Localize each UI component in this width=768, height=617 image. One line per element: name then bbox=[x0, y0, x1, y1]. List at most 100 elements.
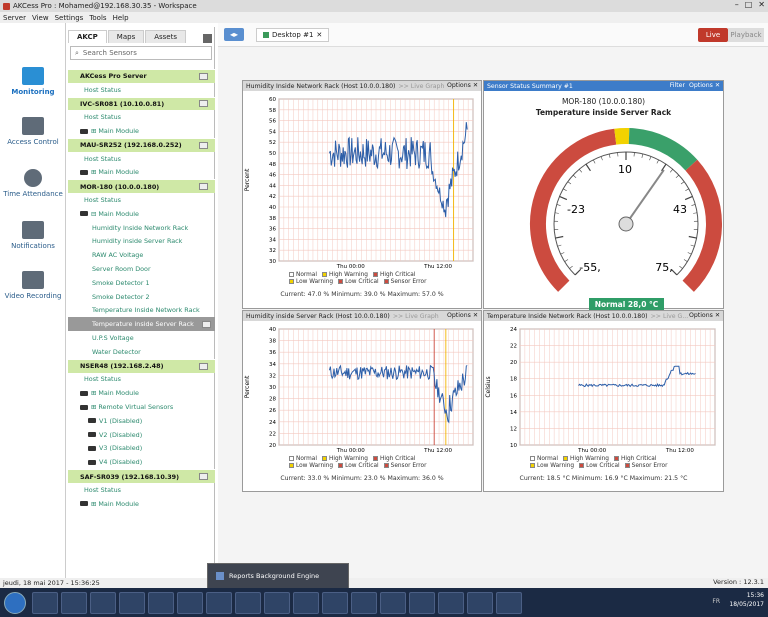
legend-item[interactable]: Sensor Error bbox=[383, 463, 426, 469]
graph-icon[interactable] bbox=[199, 362, 208, 370]
taskbar-app-icon[interactable] bbox=[438, 591, 464, 614]
calculator-icon[interactable] bbox=[177, 591, 203, 614]
tree-item[interactable]: U.P.S Voltage bbox=[68, 331, 215, 345]
explorer-icon[interactable] bbox=[32, 591, 58, 614]
graph-icon[interactable] bbox=[199, 183, 208, 191]
graph-icon[interactable] bbox=[199, 473, 208, 480]
tree-item[interactable]: Host Status bbox=[68, 373, 215, 387]
playback-button[interactable]: Playback bbox=[728, 28, 764, 42]
skype-icon[interactable] bbox=[148, 591, 174, 614]
tree-item[interactable]: Smoke Detector 1 bbox=[68, 276, 215, 290]
legend-item[interactable]: Low Warning bbox=[289, 279, 333, 285]
live-graph-link[interactable]: >> Live G... bbox=[651, 313, 689, 320]
legend-item[interactable]: Low Critical bbox=[338, 463, 379, 469]
legend-item[interactable]: Low Critical bbox=[579, 463, 620, 469]
tree-item[interactable]: Temperature inside Server Rack bbox=[68, 317, 215, 332]
legend-item[interactable]: Normal bbox=[530, 456, 558, 462]
system-clock[interactable]: 15:36 18/05/2017 bbox=[729, 591, 764, 609]
tree-item[interactable]: Host Status bbox=[68, 193, 215, 207]
ie-icon[interactable] bbox=[119, 591, 145, 614]
legend-item[interactable]: Sensor Error bbox=[624, 463, 667, 469]
tree-item[interactable]: V3 (Disabled) bbox=[68, 442, 215, 456]
tree-item[interactable]: Host Status bbox=[68, 483, 215, 497]
legend-item[interactable]: High Critical bbox=[372, 456, 415, 462]
close-icon[interactable]: ✕ bbox=[473, 82, 478, 89]
tree-host-group[interactable]: MAU-SR252 (192.168.0.252) bbox=[68, 137, 215, 152]
tree-item[interactable]: Smoke Detector 2 bbox=[68, 290, 215, 304]
tree-host-group[interactable]: NSER48 (192.168.2.48) bbox=[68, 358, 215, 373]
tree-item[interactable]: V1 (Disabled) bbox=[68, 414, 215, 428]
tree-item[interactable]: Humidity inside Server Rack bbox=[68, 235, 215, 249]
legend-item[interactable]: High Critical bbox=[613, 456, 656, 462]
legend-item[interactable]: High Warning bbox=[562, 456, 609, 462]
outlook-icon[interactable] bbox=[235, 591, 261, 614]
close-tab-icon[interactable]: ✕ bbox=[316, 31, 322, 39]
tab-akcp[interactable]: AKCP bbox=[68, 30, 107, 43]
filter-menu[interactable]: Filter bbox=[670, 82, 685, 89]
legend-item[interactable]: Normal bbox=[289, 272, 317, 278]
tree-host-group[interactable]: MOR-180 (10.0.0.180) bbox=[68, 179, 215, 194]
close-button[interactable]: ✕ bbox=[758, 0, 765, 9]
legend-item[interactable]: Low Warning bbox=[289, 463, 333, 469]
tab-desktop-1[interactable]: Desktop #1 ✕ bbox=[256, 27, 330, 42]
tree-item[interactable]: ⊞ Main Module bbox=[68, 497, 215, 511]
tree-item[interactable]: Host Status bbox=[68, 83, 215, 97]
start-button[interactable] bbox=[4, 591, 26, 614]
taskbar-app-icon[interactable] bbox=[496, 591, 522, 614]
tree-item[interactable]: ⊟ Main Module bbox=[68, 207, 215, 221]
tree-item[interactable]: Server Room Door bbox=[68, 262, 215, 276]
tree-host-group[interactable]: IVC-SR081 (10.10.0.81) bbox=[68, 96, 215, 111]
options-menu[interactable]: Options bbox=[689, 312, 713, 319]
tree-item[interactable]: Water Detector bbox=[68, 345, 215, 359]
legend-item[interactable]: High Warning bbox=[321, 456, 368, 462]
nav-access-control[interactable]: Access Control bbox=[0, 117, 66, 146]
tree-item[interactable]: Temperature Inside Network Rack bbox=[68, 304, 215, 318]
tree-item[interactable]: ⊞ Remote Virtual Sensors bbox=[68, 400, 215, 414]
tree-item[interactable]: RAW AC Voltage bbox=[68, 248, 215, 262]
tree-item[interactable]: ⊞ Main Module bbox=[68, 124, 215, 138]
graph-icon[interactable] bbox=[199, 72, 208, 80]
graph-icon[interactable] bbox=[202, 320, 211, 328]
legend-item[interactable]: Normal bbox=[289, 456, 317, 462]
nav-time-attendance[interactable]: Time Attendance bbox=[0, 169, 66, 198]
tab-maps[interactable]: Maps bbox=[107, 30, 145, 43]
akcess-pro-icon[interactable] bbox=[206, 591, 232, 614]
nav-monitoring[interactable]: Monitoring bbox=[0, 67, 66, 96]
tree-item[interactable]: ⊞ Main Module bbox=[68, 386, 215, 400]
taskbar-app-icon[interactable] bbox=[293, 591, 319, 614]
collapse-panel-icon[interactable] bbox=[203, 34, 212, 43]
menu-tools[interactable]: Tools bbox=[89, 14, 106, 22]
tree-item[interactable]: Humidity Inside Network Rack bbox=[68, 221, 215, 235]
menu-help[interactable]: Help bbox=[113, 14, 129, 22]
menu-settings[interactable]: Settings bbox=[55, 14, 84, 22]
live-graph-link[interactable]: >> Live Graph bbox=[398, 83, 444, 90]
nav-video-recording[interactable]: Video Recording bbox=[0, 271, 66, 300]
taskbar-app-icon[interactable] bbox=[409, 591, 435, 614]
options-menu[interactable]: Options bbox=[447, 312, 471, 319]
search-sensors[interactable]: ⌕ Search Sensors bbox=[70, 46, 212, 60]
chrome-icon[interactable] bbox=[90, 591, 116, 614]
taskbar-app-icon[interactable] bbox=[322, 591, 348, 614]
legend-item[interactable]: Sensor Error bbox=[383, 279, 426, 285]
tree-item[interactable]: V4 (Disabled) bbox=[68, 455, 215, 469]
tree-host-group[interactable]: SAF-SR039 (192.168.10.39) bbox=[68, 469, 215, 483]
tab-assets[interactable]: Assets bbox=[145, 30, 186, 43]
media-player-icon[interactable] bbox=[61, 591, 87, 614]
tree-item[interactable]: Host Status bbox=[68, 152, 215, 166]
taskbar-app-icon[interactable] bbox=[467, 591, 493, 614]
minimize-button[interactable]: – bbox=[735, 0, 739, 9]
live-graph-link[interactable]: >> Live Graph bbox=[393, 313, 439, 320]
tree-item[interactable]: ⊞ Main Module bbox=[68, 166, 215, 180]
graph-icon[interactable] bbox=[199, 141, 208, 149]
live-button[interactable]: Live bbox=[698, 28, 728, 42]
close-icon[interactable]: ✕ bbox=[715, 82, 720, 89]
menu-view[interactable]: View bbox=[32, 14, 49, 22]
legend-item[interactable]: High Warning bbox=[321, 272, 368, 278]
taskbar-app-icon[interactable] bbox=[351, 591, 377, 614]
tree-item[interactable]: Host Status bbox=[68, 110, 215, 124]
close-icon[interactable]: ✕ bbox=[473, 312, 478, 319]
tree-host-group[interactable]: AKCess Pro Server bbox=[68, 69, 215, 83]
options-menu[interactable]: Options bbox=[447, 82, 471, 89]
search-input[interactable]: Search Sensors bbox=[83, 49, 137, 57]
options-menu[interactable]: Options bbox=[689, 82, 713, 89]
